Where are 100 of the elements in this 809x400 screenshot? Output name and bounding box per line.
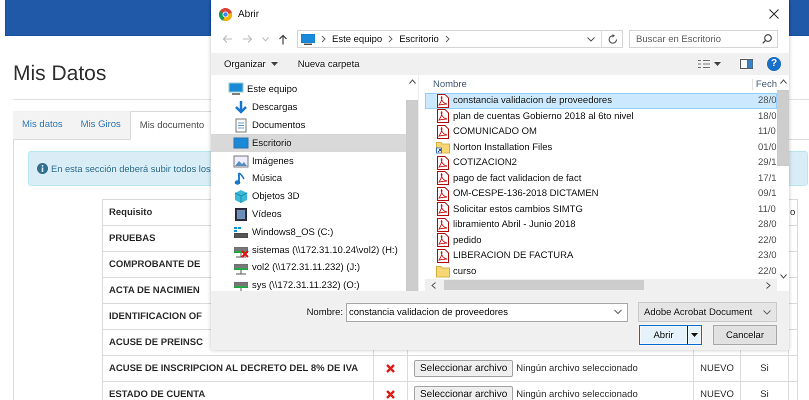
file-row[interactable]: curso 22/0 — [425, 264, 777, 279]
folder-item[interactable]: Windows8_OS (C:) — [211, 223, 406, 242]
cancel-button[interactable]: Cancelar — [713, 325, 777, 345]
dialog-title: Abrir — [238, 8, 260, 20]
chevron-down-icon[interactable] — [614, 310, 622, 314]
file-row[interactable]: Solicitar estos cambios SIMTG 11/0 — [425, 202, 777, 217]
column-header: Requisito — [109, 207, 152, 218]
table-cell: COMPROBANTE DE — [109, 259, 200, 270]
monitor-icon — [228, 82, 244, 98]
column-header[interactable]: Nombre — [425, 78, 752, 90]
cube-icon — [233, 189, 249, 204]
table-cell: Si — [760, 389, 769, 400]
file-row[interactable]: pedido 22/0 — [425, 232, 777, 248]
caret-down-icon — [714, 62, 721, 66]
address-bar[interactable]: Este equipo Escritorio — [297, 30, 623, 48]
file-type-dropdown[interactable]: Adobe Acrobat Document — [638, 302, 777, 322]
chevron-down-icon[interactable] — [587, 36, 595, 42]
folder-item[interactable]: Escritorio — [211, 134, 406, 152]
search-icon — [762, 34, 772, 44]
chevron-up-icon — [408, 79, 416, 84]
down-arrow-icon — [233, 100, 249, 116]
info-icon — [37, 163, 48, 174]
film-icon — [233, 206, 249, 222]
chevron-right-icon — [444, 35, 450, 43]
chevron-right-icon — [766, 282, 771, 288]
open-options-button[interactable] — [687, 326, 701, 344]
field-label: Nombre: — [306, 306, 343, 318]
folder-item[interactable]: Música — [211, 170, 406, 188]
up-arrow-icon[interactable] — [278, 34, 288, 44]
pdf-file-icon — [436, 186, 450, 201]
close-icon[interactable] — [769, 9, 779, 19]
scrollbar-thumb[interactable] — [444, 280, 644, 290]
table-cell: ACUSE DE INSCRIPCION AL DECRETO DEL 8% DE IVA — [109, 363, 358, 374]
folder-item[interactable]: Vídeos — [211, 206, 406, 224]
file-row[interactable]: libramiento Abril - Junio 2018 28/0 — [425, 217, 777, 232]
table-cell: NUEVO — [700, 363, 734, 374]
chevron-up-icon — [780, 79, 786, 84]
new-folder-button[interactable]: Nueva carpeta — [292, 54, 365, 74]
scrollbar[interactable] — [425, 279, 777, 291]
drive-icon — [233, 224, 249, 240]
file-button[interactable]: Seleccionar archivo — [414, 386, 514, 400]
table-cell: IDENTIFICACION OF — [109, 311, 202, 322]
pdf-file-icon — [436, 248, 450, 263]
pdf-file-icon — [436, 124, 450, 139]
pdf-file-icon — [436, 171, 450, 186]
pdf-file-icon — [436, 202, 450, 216]
document-icon — [233, 118, 249, 133]
file-row[interactable]: pago de fact validacion de fact 17/1 — [425, 170, 777, 186]
file-status: Ningún archivo seleccionado — [516, 363, 638, 374]
file-row[interactable]: OM-CESPE-136-2018 DICTAMEN 09/1 — [425, 186, 777, 202]
file-row[interactable]: constancia validacion de proveedores 28/0 — [425, 93, 777, 108]
chevron-left-icon — [431, 282, 436, 288]
folder-icon — [436, 264, 450, 278]
folder-item[interactable]: vol2 (\\172.31.11.232) (J:) — [211, 258, 406, 277]
table-cell: ESTADO DE CUENTA — [109, 389, 206, 400]
monitor-icon — [233, 136, 249, 151]
caret-down-icon — [270, 62, 278, 66]
folder-item[interactable]: Imágenes — [211, 152, 406, 170]
folder-item[interactable]: sistemas (\\172.31.10.24\vol2) (H:) — [211, 241, 406, 259]
list-view-icon — [698, 59, 710, 69]
filename-field[interactable]: constancia validacion de proveedores — [346, 302, 628, 322]
tab[interactable]: Mis datos — [13, 111, 72, 139]
folder-item[interactable]: Objetos 3D — [211, 188, 406, 206]
folder-item[interactable]: Este equipo — [211, 81, 406, 99]
forward-icon[interactable] — [242, 34, 253, 44]
pdf-file-icon — [436, 109, 450, 124]
caret-down-icon — [691, 333, 698, 337]
table-cell: NUEVO — [700, 389, 734, 400]
table-cell: PRUEBAS — [109, 233, 156, 244]
browser-logo-icon — [219, 8, 232, 20]
tab[interactable]: Mis Giros — [72, 111, 130, 139]
file-row[interactable]: COMUNICADO OM 11/0 — [425, 124, 777, 140]
back-icon[interactable] — [222, 34, 233, 44]
organize-button[interactable]: Organizar — [219, 54, 283, 74]
preview-pane-icon[interactable] — [740, 59, 753, 69]
chevron-down-icon — [763, 310, 771, 314]
table-cell: ACUSE DE PREINSC — [109, 337, 203, 348]
search-field[interactable]: Buscar en Escritorio — [629, 30, 778, 48]
scrollbar-thumb[interactable] — [777, 90, 789, 166]
breadcrumb-item[interactable]: Este equipo — [332, 34, 382, 44]
pdf-file-icon — [436, 94, 450, 108]
table-cell: Si — [760, 363, 769, 374]
monitor-icon — [301, 34, 315, 44]
file-row[interactable]: COTIZACION2 29/1 — [425, 155, 777, 170]
chevron-right-icon — [321, 35, 326, 43]
pdf-file-icon — [436, 156, 450, 170]
file-row[interactable]: Norton Installation Files 01/0 — [425, 140, 777, 155]
breadcrumb-item[interactable]: Escritorio — [399, 34, 439, 44]
file-button[interactable]: Seleccionar archivo — [414, 360, 514, 377]
chevron-down-icon — [780, 274, 786, 279]
folder-item[interactable]: sys (\\172.31.11.232) (O:) — [211, 276, 406, 291]
file-row[interactable]: plan de cuentas Gobierno 2018 al 6to nivel 18/0 — [425, 108, 777, 124]
help-button[interactable]: ? — [767, 57, 781, 71]
pdf-file-icon — [436, 218, 450, 232]
scrollbar[interactable] — [777, 75, 789, 279]
page-title: Mis Datos — [13, 62, 106, 86]
picture-icon — [233, 154, 249, 169]
alert-text: En esta sección deberá subir todos los — [51, 164, 211, 174]
refresh-icon[interactable] — [608, 34, 618, 44]
file-row[interactable]: LIBERACION DE FACTURA 23/0 — [425, 248, 777, 264]
